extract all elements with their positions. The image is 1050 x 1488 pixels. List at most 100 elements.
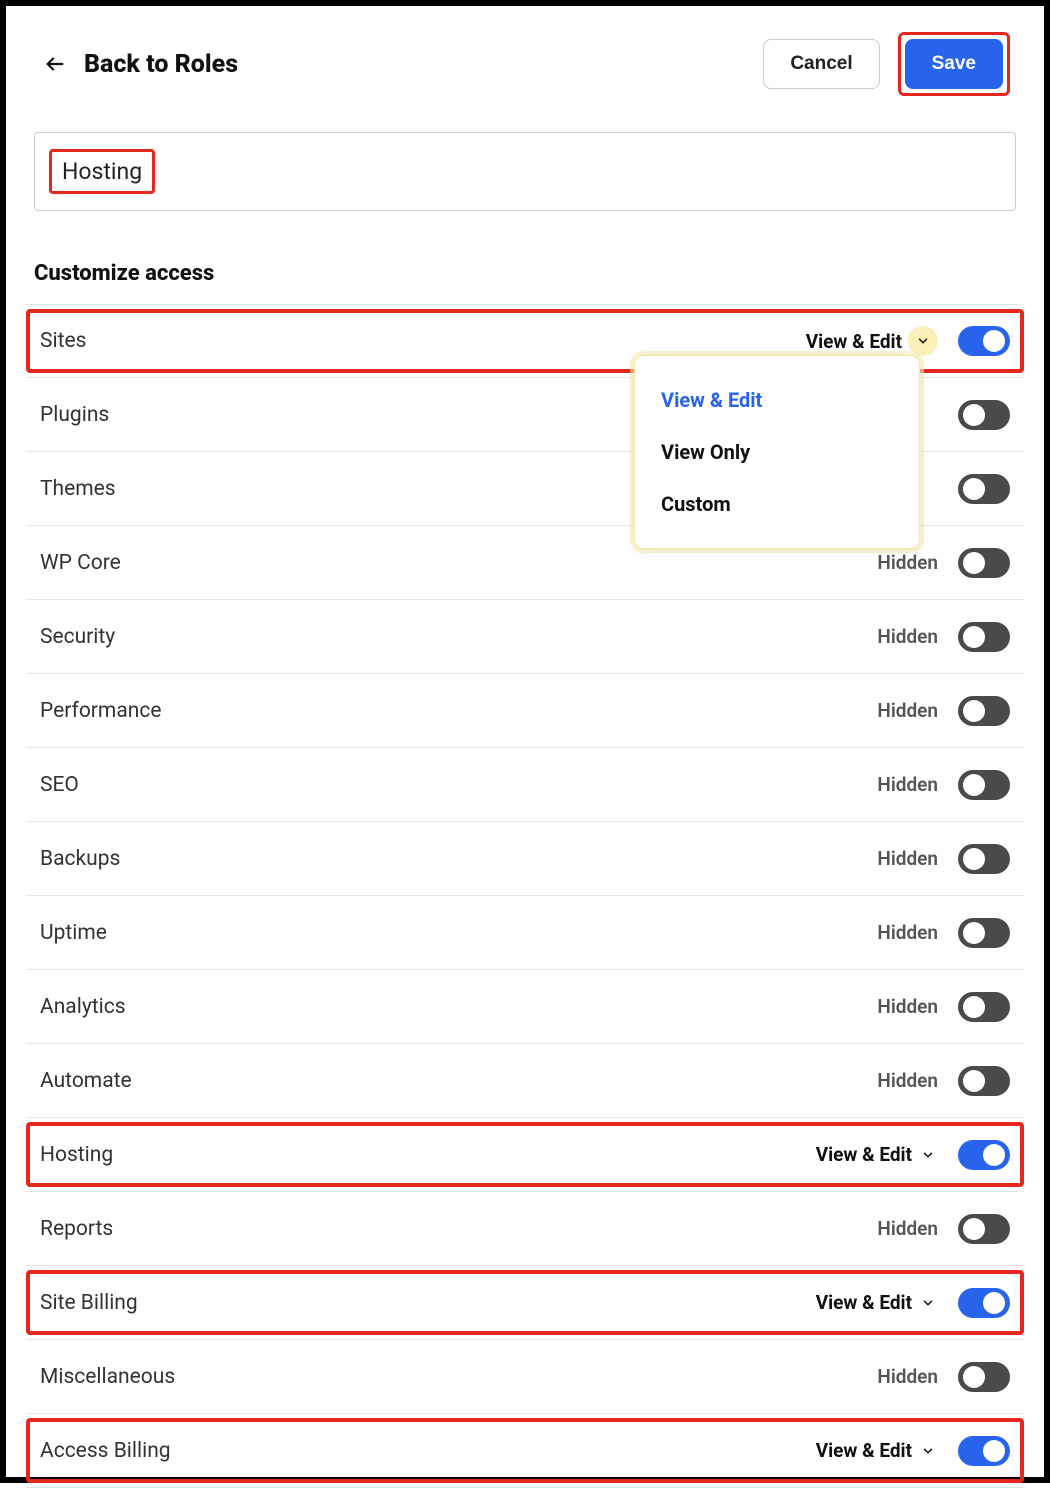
permission-mode-label: Hidden: [877, 995, 938, 1018]
permission-label: Themes: [40, 477, 116, 501]
back-to-roles[interactable]: Back to Roles: [44, 50, 238, 79]
permission-row: Analytics Hidden: [26, 970, 1024, 1044]
permission-controls: Hidden: [877, 1362, 1010, 1392]
permission-label: Sites: [40, 329, 86, 353]
toggle-knob: [983, 1144, 1005, 1166]
permission-mode-label: View & Edit: [806, 330, 902, 353]
permission-controls: Hidden: [877, 696, 1010, 726]
permission-row: SEO Hidden: [26, 748, 1024, 822]
role-name-input[interactable]: Hosting: [34, 132, 1016, 211]
permission-controls: [958, 474, 1010, 504]
permission-row: Hosting View & Edit: [26, 1118, 1024, 1192]
permission-row: Uptime Hidden: [26, 896, 1024, 970]
back-title: Back to Roles: [84, 50, 238, 79]
permission-label: Analytics: [40, 995, 126, 1019]
toggle-knob: [963, 996, 985, 1018]
permission-label: Automate: [40, 1069, 132, 1093]
permission-controls: View & Edit: [816, 1288, 1010, 1318]
toggle-knob: [963, 774, 985, 796]
permission-controls: View & Edit: [806, 326, 1010, 356]
page-header: Back to Roles Cancel Save: [26, 32, 1024, 96]
permission-mode-label: Hidden: [877, 1217, 938, 1240]
permission-label: Hosting: [40, 1143, 113, 1167]
permission-mode-dropdown[interactable]: View & Edit: [806, 326, 938, 356]
permission-controls: Hidden: [877, 1214, 1010, 1244]
toggle-knob: [963, 1218, 985, 1240]
permission-mode-label: View & Edit: [816, 1143, 912, 1166]
permission-toggle[interactable]: [958, 770, 1010, 800]
permission-row: Security Hidden: [26, 600, 1024, 674]
permission-controls: Hidden: [877, 992, 1010, 1022]
chevron-down-icon: [908, 326, 938, 356]
permission-row: Miscellaneous Hidden: [26, 1340, 1024, 1414]
permission-toggle[interactable]: [958, 1362, 1010, 1392]
toggle-knob: [963, 848, 985, 870]
permission-toggle[interactable]: [958, 1436, 1010, 1466]
permissions-list: SitesView & EditView & EditView OnlyCust…: [26, 304, 1024, 1488]
permission-label: Security: [40, 625, 115, 649]
chevron-down-icon: [918, 1441, 938, 1461]
permission-toggle[interactable]: [958, 400, 1010, 430]
permission-mode-label: Hidden: [877, 699, 938, 722]
toggle-knob: [963, 1070, 985, 1092]
permission-label: WP Core: [40, 551, 121, 575]
permission-controls: Hidden: [877, 1066, 1010, 1096]
permission-row: PerformanceHidden: [26, 674, 1024, 748]
toggle-knob: [963, 626, 985, 648]
permission-row: BackupsHidden: [26, 822, 1024, 896]
permission-toggle[interactable]: [958, 622, 1010, 652]
permission-label: Uptime: [40, 921, 107, 945]
toggle-knob: [983, 330, 1005, 352]
permission-toggle[interactable]: [958, 548, 1010, 578]
permission-mode-option[interactable]: View Only: [635, 426, 919, 478]
role-name-value: Hosting: [62, 158, 142, 185]
permission-controls: [958, 400, 1010, 430]
permission-mode-label: Hidden: [877, 847, 938, 870]
permission-row: Access Billing View & Edit: [26, 1414, 1024, 1488]
permission-mode-option[interactable]: Custom: [635, 478, 919, 530]
save-button[interactable]: Save: [905, 39, 1003, 89]
permission-row: Automate Hidden: [26, 1044, 1024, 1118]
permission-mode-menu: View & EditView OnlyCustom: [634, 355, 920, 549]
toggle-knob: [963, 552, 985, 574]
permission-mode-option[interactable]: View & Edit: [635, 374, 919, 426]
permission-controls: Hidden: [877, 918, 1010, 948]
toggle-knob: [963, 700, 985, 722]
permission-toggle[interactable]: [958, 1066, 1010, 1096]
permission-mode-label: Hidden: [877, 625, 938, 648]
permission-controls: Hidden: [877, 622, 1010, 652]
toggle-knob: [963, 404, 985, 426]
permission-mode-label: Hidden: [877, 1069, 938, 1092]
permission-toggle[interactable]: [958, 696, 1010, 726]
arrow-left-icon: [44, 53, 66, 75]
permission-label: Miscellaneous: [40, 1365, 175, 1389]
permission-mode-dropdown[interactable]: View & Edit: [816, 1143, 938, 1166]
permission-label: Site Billing: [40, 1291, 138, 1315]
permission-mode-dropdown[interactable]: View & Edit: [816, 1439, 938, 1462]
permission-toggle[interactable]: [958, 992, 1010, 1022]
permission-mode-label: Hidden: [877, 551, 938, 574]
permission-label: Access Billing: [40, 1439, 171, 1463]
chevron-down-icon: [918, 1293, 938, 1313]
permission-row: Site Billing View & Edit: [26, 1266, 1024, 1340]
permission-mode-dropdown[interactable]: View & Edit: [816, 1291, 938, 1314]
permission-label: Plugins: [40, 403, 109, 427]
permission-label: SEO: [40, 773, 79, 797]
chevron-down-icon: [918, 1145, 938, 1165]
permission-toggle[interactable]: [958, 918, 1010, 948]
toggle-knob: [983, 1440, 1005, 1462]
role-name-highlight: Hosting: [49, 149, 155, 194]
permission-toggle[interactable]: [958, 1214, 1010, 1244]
permission-toggle[interactable]: [958, 474, 1010, 504]
toggle-knob: [983, 1292, 1005, 1314]
cancel-button[interactable]: Cancel: [763, 39, 879, 89]
permission-controls: Hidden: [877, 770, 1010, 800]
permission-toggle[interactable]: [958, 844, 1010, 874]
permission-toggle[interactable]: [958, 1140, 1010, 1170]
permission-toggle[interactable]: [958, 326, 1010, 356]
header-actions: Cancel Save: [763, 32, 1010, 96]
permission-controls: View & Edit: [816, 1140, 1010, 1170]
permission-mode-label: View & Edit: [816, 1291, 912, 1314]
permission-toggle[interactable]: [958, 1288, 1010, 1318]
permission-label: Reports: [40, 1217, 113, 1241]
